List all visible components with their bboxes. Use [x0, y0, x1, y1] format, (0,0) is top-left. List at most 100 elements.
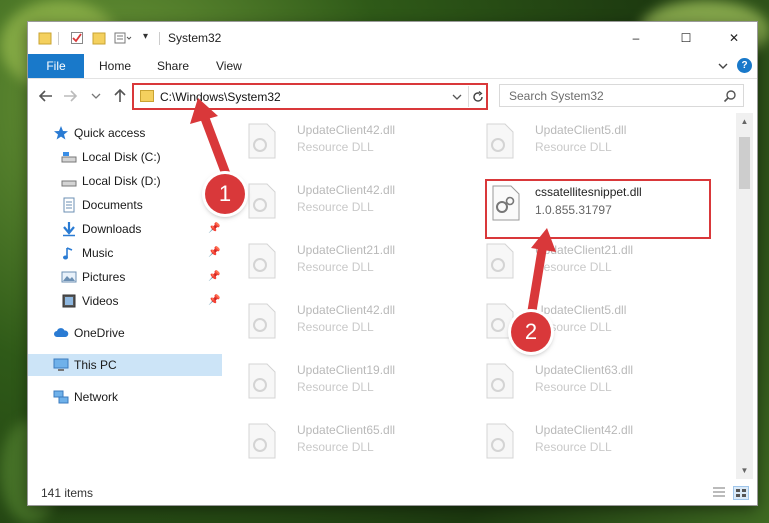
folder-icon	[38, 32, 52, 45]
file-version: 1.0.855.31797	[535, 203, 612, 217]
computer-icon	[53, 358, 69, 371]
sidebar-item-pictures[interactable]: Pictures 📌	[28, 266, 222, 288]
file-name: UpdateClient5.dll	[535, 123, 627, 137]
file-name: UpdateClient42.dll	[297, 183, 396, 197]
quick-access-dropdown-icon[interactable]: ▾	[143, 31, 148, 42]
sidebar-item-label: Local Disk (D:)	[82, 174, 161, 188]
file-tile[interactable]: UpdateClient63.dll Resource DLL	[463, 357, 687, 405]
navigation-bar: C:\Windows\System32 Search System32	[28, 79, 757, 113]
refresh-icon[interactable]	[468, 86, 487, 107]
separator	[58, 32, 59, 45]
file-tile-cssatellitesnippet[interactable]: cssatellitesnippet.dll 1.0.855.31797	[485, 179, 711, 239]
address-bar[interactable]: C:\Windows\System32	[132, 83, 488, 110]
item-count: 141 items	[41, 486, 94, 500]
search-input[interactable]: Search System32	[509, 89, 604, 103]
pin-icon[interactable]: 📌	[208, 247, 220, 259]
file-name: UpdateClient5.dll	[535, 303, 627, 317]
minimize-button[interactable]: –	[613, 22, 659, 54]
sidebar-item-local-disk-d[interactable]: Local Disk (D:)	[28, 170, 222, 192]
file-name: UpdateClient42.dll	[297, 303, 396, 317]
maximize-button[interactable]: ☐	[663, 22, 709, 54]
dll-file-icon	[492, 185, 520, 221]
tab-file[interactable]: File	[28, 54, 84, 78]
file-name: cssatellitesnippet.dll	[535, 185, 642, 199]
file-tile[interactable]: UpdateClient5.dll Resource DLL	[463, 117, 687, 165]
folder-icon	[140, 90, 154, 102]
sidebar-item-quick-access[interactable]: Quick access	[28, 122, 222, 144]
sidebar-item-network[interactable]: Network	[28, 386, 222, 408]
file-tile[interactable]: UpdateClient42.dll Resource DLL	[463, 417, 687, 465]
file-tile[interactable]: UpdateClient21.dll Resource DLL	[225, 237, 449, 285]
dll-file-icon	[248, 123, 276, 159]
sidebar-item-label: Downloads	[82, 222, 142, 236]
close-button[interactable]: ✕	[711, 22, 757, 54]
file-tile[interactable]: UpdateClient65.dll Resource DLL	[225, 417, 449, 465]
dll-file-icon	[486, 123, 514, 159]
network-icon	[53, 390, 69, 404]
file-description: Resource DLL	[297, 140, 374, 154]
file-tile[interactable]: UpdateClient19.dll Resource DLL	[225, 357, 449, 405]
drive-icon	[61, 180, 77, 187]
navigation-pane: Quick access Local Disk (C:) Local Disk …	[28, 113, 222, 479]
title-bar: ▾ System32 – ☐ ✕	[28, 22, 757, 54]
pin-icon[interactable]: 📌	[208, 295, 220, 307]
dll-file-icon	[248, 183, 276, 219]
dll-file-icon	[248, 363, 276, 399]
scrollbar-thumb[interactable]	[739, 137, 750, 189]
up-arrow-icon[interactable]	[111, 87, 129, 105]
download-icon	[63, 222, 75, 237]
sidebar-item-documents[interactable]: Documents	[28, 194, 222, 216]
file-name: UpdateClient63.dll	[535, 363, 634, 377]
sidebar-item-label: Pictures	[82, 270, 126, 284]
sidebar-item-videos[interactable]: Videos 📌	[28, 290, 222, 312]
sidebar-item-label: This PC	[74, 358, 117, 372]
tab-home[interactable]: Home	[99, 54, 131, 78]
chevron-down-icon[interactable]	[717, 60, 729, 72]
file-description: Resource DLL	[297, 260, 374, 274]
search-icon[interactable]	[723, 89, 737, 103]
customize-toolbar-icon[interactable]	[114, 31, 132, 45]
dll-file-icon	[486, 423, 514, 459]
large-icons-view-icon[interactable]	[733, 486, 749, 500]
dll-file-icon	[248, 243, 276, 279]
recent-locations-icon[interactable]	[90, 87, 102, 105]
address-dropdown-icon[interactable]	[450, 88, 464, 105]
sidebar-item-onedrive[interactable]: OneDrive	[28, 322, 222, 344]
details-view-icon[interactable]	[712, 486, 726, 498]
file-name: UpdateClient21.dll	[297, 243, 396, 257]
scroll-up-icon[interactable]: ▲	[736, 113, 753, 130]
drive-icon	[61, 152, 77, 163]
file-tile[interactable]: UpdateClient42.dll Resource DLL	[225, 117, 449, 165]
new-folder-icon[interactable]	[92, 31, 106, 45]
cloud-icon	[54, 328, 69, 337]
scroll-down-icon[interactable]: ▼	[736, 462, 753, 479]
back-arrow-icon[interactable]	[37, 87, 55, 105]
forward-arrow-icon[interactable]	[61, 87, 79, 105]
search-box[interactable]: Search System32	[499, 84, 744, 107]
sidebar-item-local-disk-c[interactable]: Local Disk (C:)	[28, 146, 222, 168]
address-path[interactable]: C:\Windows\System32	[160, 90, 281, 104]
file-tile[interactable]: UpdateClient5.dll Resource DLL	[463, 297, 687, 345]
window-title: System32	[168, 31, 222, 45]
sidebar-item-this-pc[interactable]: This PC	[28, 354, 222, 376]
properties-icon[interactable]	[70, 31, 84, 45]
file-tile[interactable]: UpdateClient42.dll Resource DLL	[225, 297, 449, 345]
music-icon	[63, 247, 73, 260]
sidebar-item-downloads[interactable]: Downloads 📌	[28, 218, 222, 240]
file-name: UpdateClient42.dll	[535, 423, 634, 437]
dll-file-icon	[486, 243, 514, 279]
sidebar-item-label: Local Disk (C:)	[82, 150, 161, 164]
file-name: UpdateClient42.dll	[297, 123, 396, 137]
help-icon[interactable]: ?	[737, 58, 752, 73]
file-tile[interactable]: UpdateClient21.dll Resource DLL	[463, 237, 687, 285]
status-bar: 141 items	[28, 479, 757, 505]
pin-icon[interactable]: 📌	[208, 271, 220, 283]
star-icon	[54, 126, 68, 140]
tab-share[interactable]: Share	[157, 54, 189, 78]
ribbon-tabs: File Home Share View ?	[28, 54, 757, 79]
sidebar-item-music[interactable]: Music 📌	[28, 242, 222, 264]
pin-icon[interactable]: 📌	[208, 223, 220, 235]
vertical-scrollbar[interactable]: ▲ ▼	[736, 113, 753, 479]
tab-view[interactable]: View	[216, 54, 242, 78]
file-tile[interactable]: UpdateClient42.dll Resource DLL	[225, 177, 449, 225]
